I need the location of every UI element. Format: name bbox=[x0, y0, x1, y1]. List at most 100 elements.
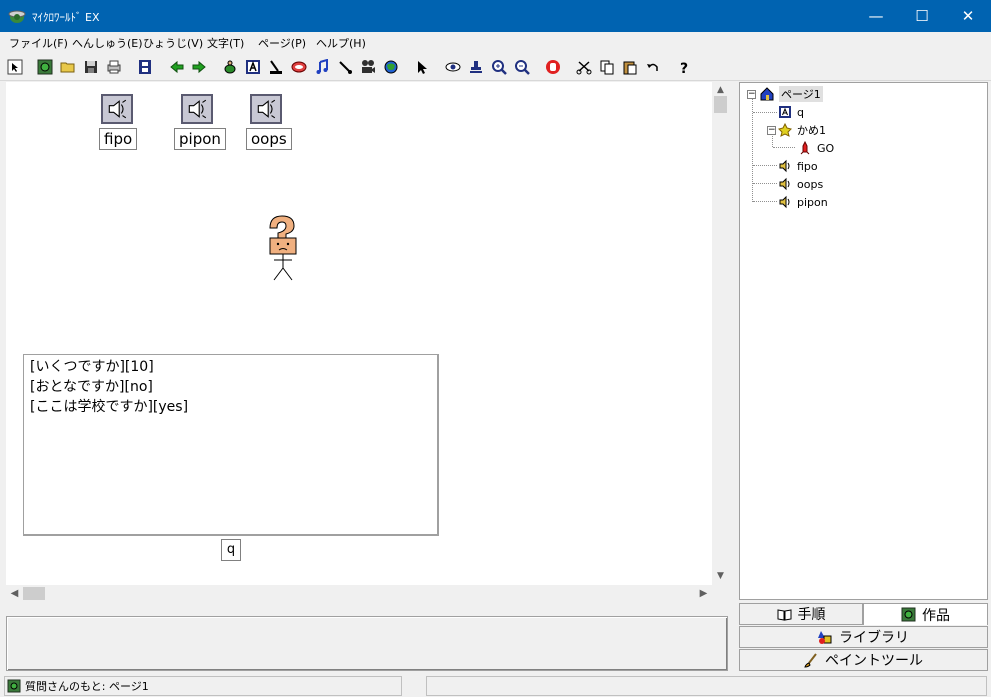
forward-arrow-icon[interactable] bbox=[189, 57, 209, 77]
back-arrow-icon[interactable] bbox=[167, 57, 187, 77]
speaker-icon[interactable] bbox=[181, 94, 213, 124]
question-character-turtle[interactable] bbox=[262, 214, 302, 282]
tab-paint-tool[interactable]: ペイントツール bbox=[739, 649, 988, 671]
zoom-in-icon[interactable] bbox=[489, 57, 509, 77]
tree-item-go[interactable]: GO bbox=[797, 139, 834, 157]
message-area[interactable] bbox=[6, 616, 728, 671]
print-icon[interactable] bbox=[104, 57, 124, 77]
paint-brush-icon bbox=[804, 652, 817, 668]
app-globe-icon[interactable] bbox=[8, 8, 26, 24]
status-pane-right bbox=[426, 676, 987, 696]
tree-item-label: oops bbox=[797, 177, 824, 191]
question-textbox[interactable]: [いくつですか][10] [おとなですか][no] [ここは学校ですか][yes… bbox=[23, 354, 439, 536]
help-icon[interactable]: ? bbox=[674, 57, 694, 77]
zoom-out-icon[interactable] bbox=[512, 57, 532, 77]
stamp-icon[interactable] bbox=[466, 57, 486, 77]
tree-connector bbox=[753, 165, 777, 166]
tree-collapse-toggle[interactable]: − bbox=[767, 126, 776, 135]
tree-item-q[interactable]: q bbox=[777, 103, 804, 121]
menu-help[interactable]: ヘルプ(H) bbox=[316, 35, 366, 51]
tree-item-page1[interactable]: ページ1 bbox=[759, 85, 823, 103]
tree-item-label: ページ1 bbox=[779, 86, 823, 102]
save-disk-icon[interactable] bbox=[81, 57, 101, 77]
sound-label-pipon[interactable]: pipon bbox=[174, 128, 226, 150]
menu-view[interactable]: ひょうじ(V) bbox=[143, 35, 203, 51]
svg-text:?: ? bbox=[680, 61, 688, 75]
stage-canvas[interactable]: fipo pipon oops [いくつですか][10] [おとなですか][no… bbox=[6, 82, 712, 585]
globe-icon[interactable] bbox=[381, 57, 401, 77]
tree-item-label: かめ1 bbox=[797, 124, 826, 137]
eye-icon[interactable] bbox=[443, 57, 463, 77]
scroll-left-arrow-icon[interactable]: ◀ bbox=[6, 585, 23, 602]
world-icon bbox=[901, 607, 916, 622]
paint-icon[interactable] bbox=[266, 57, 286, 77]
scroll-right-arrow-icon[interactable]: ▶ bbox=[695, 585, 712, 602]
brush-icon[interactable] bbox=[335, 57, 355, 77]
tree-item-fipo[interactable]: fipo bbox=[777, 157, 818, 175]
scroll-down-arrow-icon[interactable]: ▼ bbox=[712, 568, 729, 585]
tab-label: 手順 bbox=[797, 607, 826, 623]
tree-item-label: fipo bbox=[797, 159, 818, 173]
shapes-icon bbox=[818, 630, 832, 644]
undo-icon[interactable] bbox=[643, 57, 663, 77]
tree-item-pipon[interactable]: pipon bbox=[777, 193, 828, 211]
book-icon bbox=[777, 608, 791, 621]
select-arrow-icon[interactable] bbox=[412, 57, 432, 77]
vertical-scroll-thumb[interactable] bbox=[714, 96, 727, 113]
pointer-arrow-icon[interactable] bbox=[5, 57, 25, 77]
tree-connector bbox=[753, 201, 777, 202]
textbox-name-label[interactable]: q bbox=[221, 539, 241, 561]
menu-bar: ファイル(F) へんしゅう(E) ひょうじ(V) 文字(T) ページ(P) ヘル… bbox=[0, 32, 991, 52]
open-folder-icon[interactable] bbox=[58, 57, 78, 77]
film-icon[interactable] bbox=[135, 57, 155, 77]
paste-icon[interactable] bbox=[620, 57, 640, 77]
horizontal-scroll-thumb[interactable] bbox=[23, 587, 45, 600]
horizontal-scrollbar[interactable]: ◀ ▶ bbox=[6, 585, 712, 602]
speaker-icon bbox=[777, 194, 793, 210]
music-icon[interactable] bbox=[312, 57, 332, 77]
textbox-line: [ここは学校ですか][yes] bbox=[30, 399, 189, 415]
menu-page[interactable]: ページ(P) bbox=[258, 35, 306, 51]
textbox-line: [いくつですか][10] bbox=[30, 359, 154, 375]
turtle-icon[interactable] bbox=[220, 57, 240, 77]
object-tree-panel[interactable]: − ページ1 q − かめ1 GO fipo oops pipon bbox=[739, 82, 988, 600]
vertical-scrollbar[interactable]: ▲ ▼ bbox=[712, 82, 729, 585]
tree-item-label: pipon bbox=[797, 195, 828, 209]
tree-item-oops[interactable]: oops bbox=[777, 175, 823, 193]
window-title: ﾏｲｸﾛﾜｰﾙﾄﾞ EX bbox=[32, 11, 100, 24]
tab-library[interactable]: ライブラリ bbox=[739, 626, 988, 648]
speaker-icon[interactable] bbox=[250, 94, 282, 124]
tree-item-label: GO bbox=[817, 141, 835, 155]
menu-file[interactable]: ファイル(F) bbox=[9, 35, 68, 51]
copy-icon[interactable] bbox=[597, 57, 617, 77]
movie-camera-icon[interactable] bbox=[358, 57, 378, 77]
close-button[interactable]: ✕ bbox=[945, 0, 991, 32]
tree-item-kame1[interactable]: かめ1 bbox=[777, 121, 826, 139]
status-bar: 質問さんのもと: ページ1 bbox=[0, 675, 991, 697]
text-a-icon bbox=[777, 104, 793, 120]
menu-text[interactable]: 文字(T) bbox=[207, 35, 244, 51]
cut-icon[interactable] bbox=[574, 57, 594, 77]
stop-hand-icon[interactable] bbox=[543, 57, 563, 77]
status-pane-left: 質問さんのもと: ページ1 bbox=[4, 676, 402, 696]
tab-works[interactable]: 作品 bbox=[863, 603, 988, 625]
house-icon bbox=[759, 86, 775, 102]
tree-item-label: q bbox=[797, 105, 804, 119]
tab-procedure[interactable]: 手順 bbox=[739, 603, 863, 625]
world-icon[interactable] bbox=[35, 57, 55, 77]
speaker-icon bbox=[777, 176, 793, 192]
text-a-icon[interactable] bbox=[243, 57, 263, 77]
sound-label-fipo[interactable]: fipo bbox=[99, 128, 138, 150]
toolbar: ? bbox=[0, 53, 991, 81]
button-icon[interactable] bbox=[289, 57, 309, 77]
title-bar: ﾏｲｸﾛﾜｰﾙﾄﾞ EX — ☐ ✕ bbox=[0, 0, 991, 32]
rocket-icon bbox=[797, 140, 813, 156]
minimize-button[interactable]: — bbox=[853, 0, 899, 32]
tree-collapse-toggle[interactable]: − bbox=[747, 90, 756, 99]
speaker-icon[interactable] bbox=[101, 94, 133, 124]
textbox-line: [おとなですか][no] bbox=[30, 379, 153, 395]
tab-label: ライブラリ bbox=[839, 630, 909, 646]
maximize-button[interactable]: ☐ bbox=[899, 0, 945, 32]
sound-label-oops[interactable]: oops bbox=[246, 128, 292, 150]
menu-edit[interactable]: へんしゅう(E) bbox=[72, 35, 143, 51]
